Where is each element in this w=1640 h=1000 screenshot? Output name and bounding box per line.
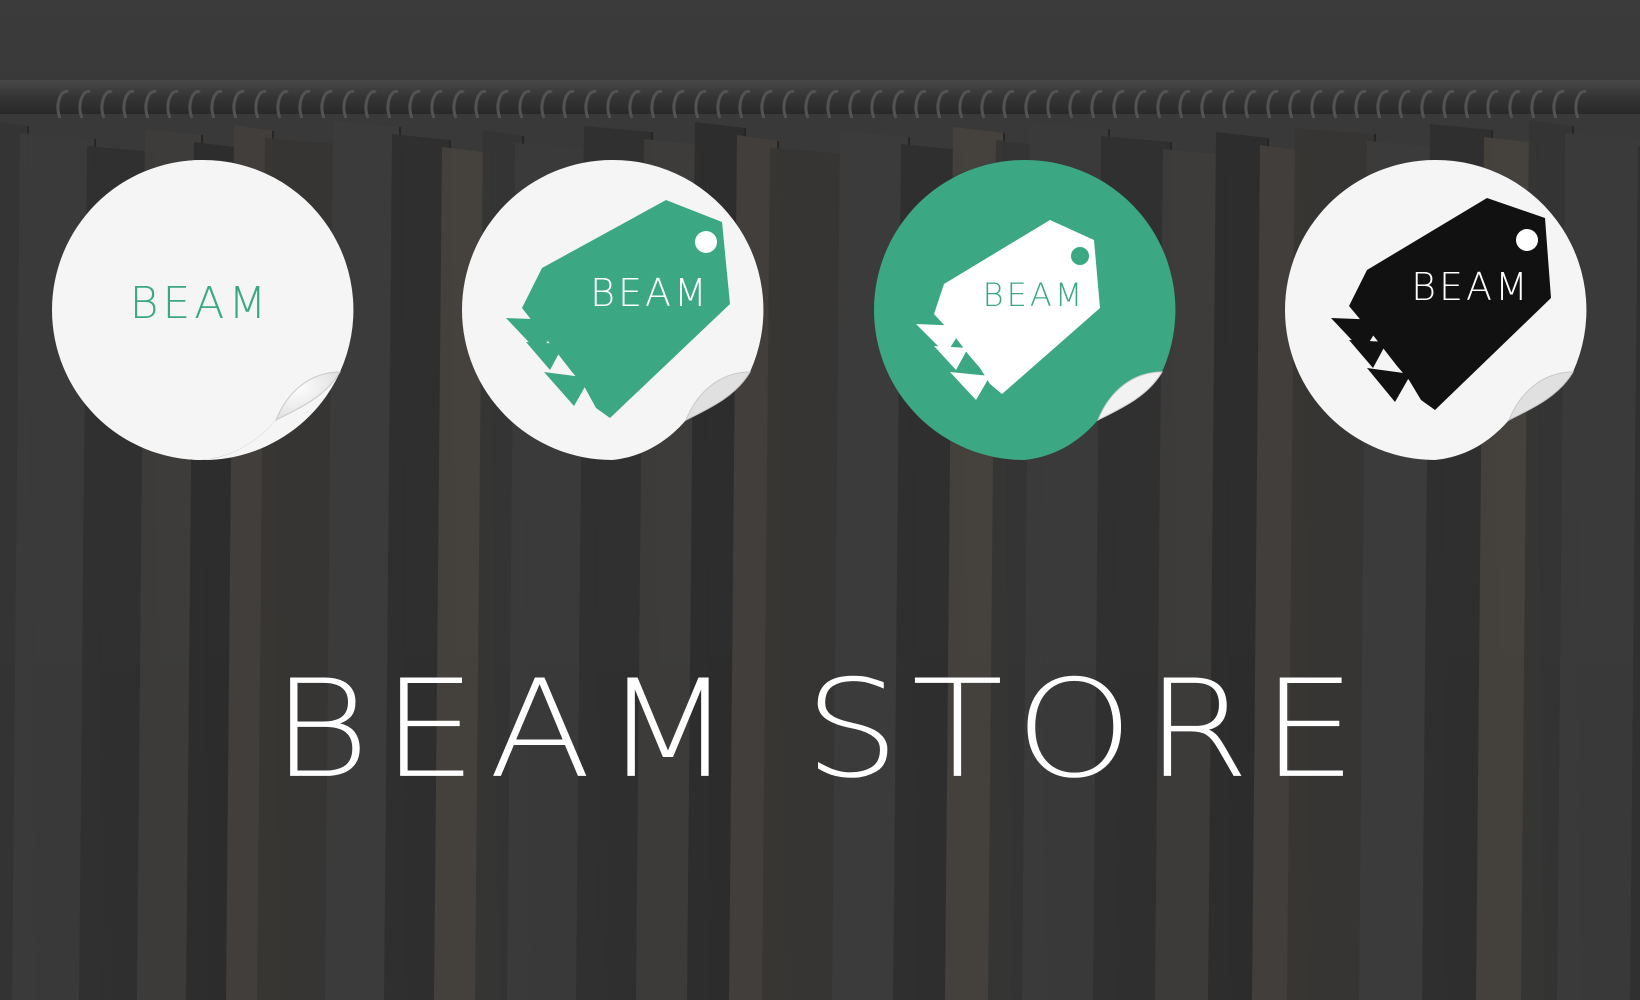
sticker-white-tag-on-green-graphic: BEAM	[874, 159, 1176, 460]
headline-container: BEAM STORE	[0, 650, 1640, 810]
sticker-row: BEAM BEAM BEAM BEAM	[0, 0, 1640, 480]
sticker-4-wordmark: BEAM	[1411, 265, 1531, 309]
sticker-3-wordmark: BEAM	[983, 276, 1086, 314]
sticker-black-tag: BEAM	[1283, 158, 1587, 462]
sticker-green-tag: BEAM	[460, 158, 764, 462]
sticker-green-tag-graphic: BEAM	[462, 159, 764, 460]
sticker-1-wordmark: BEAM	[130, 278, 271, 329]
sticker-black-tag-graphic: BEAM	[1285, 159, 1587, 460]
sticker-wordmark: BEAM	[50, 158, 354, 462]
sticker-white-tag-on-green: BEAM	[872, 158, 1176, 462]
brand-showcase: BEAM BEAM BEAM BEAM BEAM STORE	[0, 0, 1640, 1000]
sticker-2-wordmark: BEAM	[590, 271, 710, 315]
sticker-wordmark-graphic: BEAM	[52, 159, 354, 460]
headline: BEAM STORE	[271, 651, 1369, 809]
